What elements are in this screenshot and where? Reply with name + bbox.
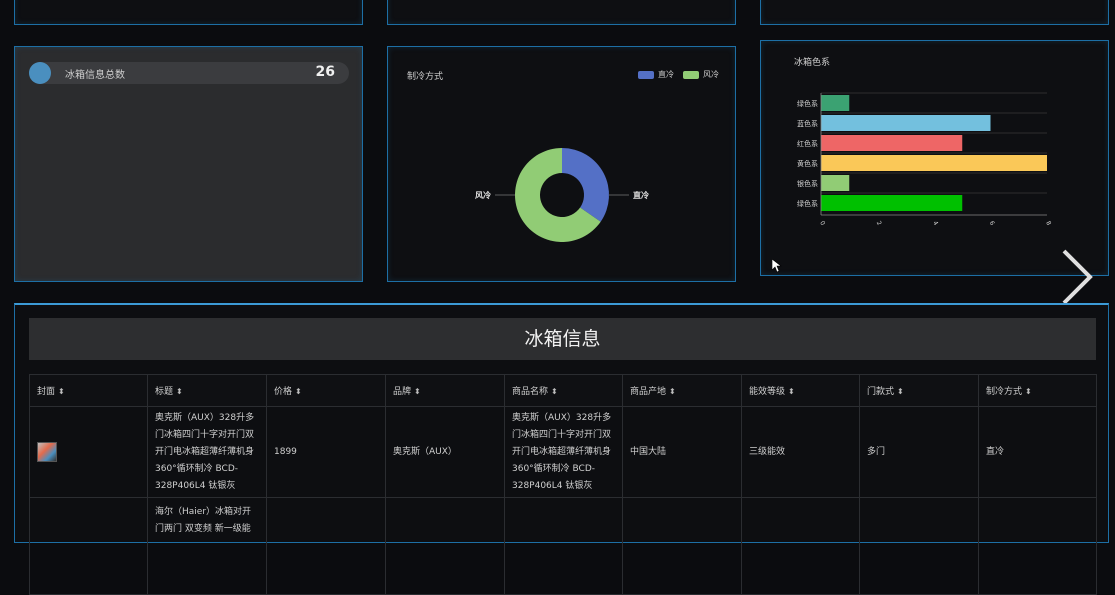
color-bar-chart: 绿色系蓝色系红色系黄色系银色系绿色系0 2 4 6 8: [797, 92, 1052, 227]
bar-1[interactable]: [821, 115, 991, 131]
sort-icon[interactable]: ⬍: [788, 387, 795, 396]
color-chart-panel: 冰箱色系 绿色系 蓝色系 红色系 黄色系 银色系 绿色系 0 2 4 6 8: [760, 40, 1109, 276]
sort-icon[interactable]: ⬍: [1025, 387, 1032, 396]
sort-icon[interactable]: ⬍: [58, 387, 65, 396]
bar-category-label: 绿色系: [797, 199, 818, 208]
cell-price: 1899: [266, 406, 386, 498]
col-header-energy[interactable]: 能效等级 ⬍: [741, 374, 860, 407]
col-header-price[interactable]: 价格 ⬍: [266, 374, 386, 407]
x-tick-label: 2: [875, 220, 883, 227]
cell-name: 奥克斯（AUX）328升多门冰箱四门十字对开门双开门电冰箱超薄纤薄机身 360°…: [504, 406, 623, 498]
stat-value: 26: [315, 64, 335, 80]
cell-origin: 中国大陆: [622, 406, 742, 498]
mouse-cursor-icon: [772, 259, 782, 273]
table-header-row: 封面 ⬍ 标题 ⬍ 价格 ⬍ 品牌 ⬍ 商品名称 ⬍ 商品产地 ⬍ 能效等级 ⬍ 门款式 ⬍ 制…: [29, 374, 1097, 407]
sort-icon[interactable]: ⬍: [414, 387, 421, 396]
sort-icon[interactable]: ⬍: [295, 387, 302, 396]
x-tick-label: 6: [988, 220, 996, 227]
table-row[interactable]: 奥克斯（AUX）328升多门冰箱四门十字对开门双开门电冰箱超薄纤薄机身 360°…: [29, 406, 1097, 498]
table-panel: 冰箱信息 封面 ⬍ 标题 ⬍ 价格 ⬍ 品牌 ⬍ 商品名称 ⬍ 商品产地 ⬍ 能效等级 ⬍ 门…: [14, 303, 1109, 595]
bar-3[interactable]: [821, 155, 1047, 171]
stat-label: 冰箱信息总数: [65, 70, 125, 81]
donut-label: 风冷: [475, 190, 491, 200]
cell-brand: 奥克斯（AUX）: [385, 406, 505, 498]
stat-row: 冰箱信息总数 26: [29, 62, 349, 84]
col-header-title[interactable]: 标题 ⬍: [147, 374, 267, 407]
donut-slice-0[interactable]: [562, 148, 609, 222]
top-panel-left: [14, 0, 363, 25]
bar-4[interactable]: [821, 175, 850, 191]
table-title: 冰箱信息: [29, 318, 1096, 360]
top-panel-middle: [387, 0, 736, 25]
stat-panel: 冰箱信息总数 26: [14, 46, 363, 282]
sort-icon[interactable]: ⬍: [669, 387, 676, 396]
col-header-origin[interactable]: 商品产地 ⬍: [622, 374, 742, 407]
sort-icon[interactable]: ⬍: [176, 387, 183, 396]
bar-0[interactable]: [821, 95, 850, 111]
col-header-cover[interactable]: 封面 ⬍: [29, 374, 148, 407]
bar-category-label: 银色系: [797, 179, 818, 188]
x-tick-label: 0: [818, 220, 826, 227]
cell-title: 奥克斯（AUX）328升多门冰箱四门十字对开门双开门电冰箱超薄纤薄机身 360°…: [147, 406, 267, 498]
bar-2[interactable]: [821, 135, 963, 151]
table-row[interactable]: 海尔（Haier）冰箱对开门两门 双变频 新一级能: [29, 497, 1097, 595]
cell-cooling: 直冷: [978, 406, 1097, 498]
bar-category-label: 黄色系: [797, 159, 818, 168]
bar-5[interactable]: [821, 195, 963, 211]
bar-category-label: 红色系: [797, 139, 818, 148]
cooling-chart-panel: 制冷方式 直冷 风冷 直冷 风冷: [387, 46, 736, 282]
top-panel-right: [760, 0, 1109, 25]
cell-door: 多门: [859, 406, 979, 498]
stat-dot-icon: [29, 62, 51, 84]
cell-energy: 三级能效: [741, 406, 860, 498]
sort-icon[interactable]: ⬍: [551, 387, 558, 396]
donut-label: 直冷: [633, 190, 649, 200]
col-header-name[interactable]: 商品名称 ⬍: [504, 374, 623, 407]
x-tick-label: 4: [931, 220, 939, 227]
bar-category-label: 绿色系: [797, 99, 818, 108]
bar-category-label: 蓝色系: [797, 119, 818, 128]
x-tick-label: 8: [1044, 220, 1052, 227]
col-header-cooling[interactable]: 制冷方式 ⬍: [978, 374, 1097, 407]
cell-title: 海尔（Haier）冰箱对开门两门 双变频 新一级能: [147, 497, 267, 595]
cover-image[interactable]: [37, 442, 57, 462]
sort-icon[interactable]: ⬍: [897, 387, 904, 396]
fridge-table: 封面 ⬍ 标题 ⬍ 价格 ⬍ 品牌 ⬍ 商品名称 ⬍ 商品产地 ⬍ 能效等级 ⬍ 门款式 ⬍ 制…: [29, 374, 1097, 595]
col-header-brand[interactable]: 品牌 ⬍: [385, 374, 505, 407]
chevron-right-icon[interactable]: [1058, 247, 1098, 307]
cooling-donut-chart: 直冷 风冷: [475, 148, 649, 242]
col-header-door[interactable]: 门款式 ⬍: [859, 374, 979, 407]
